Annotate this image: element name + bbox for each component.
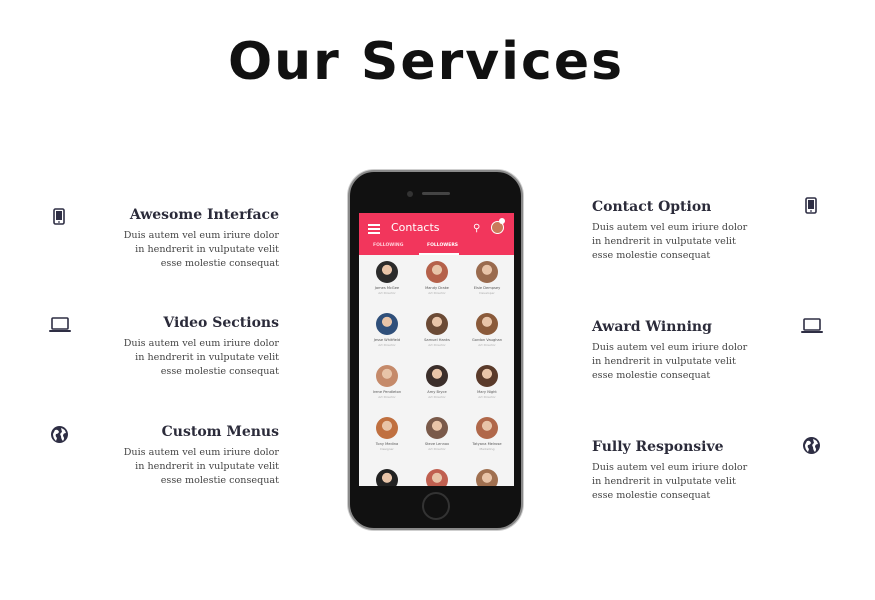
contact-name: Irene Pendleton <box>372 390 402 394</box>
page-title: Our Services <box>227 32 625 92</box>
feature-text: Duis autem vel eum iriure dolor in hendr… <box>123 230 279 269</box>
phone-home-button <box>422 492 450 520</box>
contact-avatar <box>376 261 398 283</box>
contact-item[interactable]: Irene Pendleton Art Director <box>362 365 412 399</box>
contact-item[interactable]: Jesse Whitfield Art Director <box>362 313 412 347</box>
feature-title: Award Winning <box>592 319 712 335</box>
contact-item[interactable]: James McGee Art Director <box>362 261 412 295</box>
contact-name: James McGee <box>374 286 400 290</box>
phone-speaker <box>422 192 450 195</box>
contact-role: Art Director <box>478 395 496 399</box>
contact-item[interactable] <box>462 469 512 486</box>
feature-contact-option: Contact Option Duis autem vel eum iriure… <box>592 199 752 263</box>
search-icon[interactable]: ⚲ <box>473 223 480 234</box>
feature-title: Video Sections <box>163 315 279 331</box>
contact-avatar <box>376 417 398 439</box>
contact-role: Art Director <box>378 291 396 295</box>
feature-text: Duis autem vel eum iriure dolor in hendr… <box>123 447 279 486</box>
smartphone-icon <box>805 197 817 214</box>
contact-role: Art Director <box>428 343 446 347</box>
contact-avatar <box>476 417 498 439</box>
contact-role: Art Director <box>428 447 446 451</box>
app-title: Contacts <box>391 221 440 234</box>
notification-badge <box>499 218 505 224</box>
contact-name: Mary Night <box>477 390 497 394</box>
app-header: Contacts ⚲ FOLLOWING FOLLOWERS <box>359 213 514 255</box>
contact-item[interactable]: Tatyana Melrose Marketing <box>462 417 512 451</box>
contact-role: Art Director <box>428 395 446 399</box>
contact-name: Amy Bryce <box>427 390 447 394</box>
contact-role: Designer <box>380 447 394 451</box>
contact-name: Mandy Drake <box>425 286 449 290</box>
tab-followers[interactable]: FOLLOWERS <box>427 243 458 248</box>
laptop-icon <box>800 318 824 334</box>
feature-fully-responsive: Fully Responsive Duis autem vel eum iriu… <box>592 439 752 503</box>
contact-role: Art Director <box>378 395 396 399</box>
globe-icon <box>50 425 69 444</box>
tab-following[interactable]: FOLLOWING <box>373 243 403 248</box>
feature-text: Duis autem vel eum iriure dolor in hendr… <box>592 462 748 501</box>
contact-item[interactable]: Mary Night Art Director <box>462 365 512 399</box>
contact-name: Tatyana Melrose <box>472 442 502 446</box>
feature-video-sections: Video Sections Duis autem vel eum iriure… <box>119 315 279 379</box>
contact-avatar <box>476 261 498 283</box>
contact-avatar <box>476 365 498 387</box>
contact-role: Art Director <box>478 343 496 347</box>
feature-text: Duis autem vel eum iriure dolor in hendr… <box>123 338 279 377</box>
contact-role: Marketing <box>479 447 495 451</box>
feature-title: Fully Responsive <box>592 439 724 455</box>
phone-mockup: Contacts ⚲ FOLLOWING FOLLOWERS James McG… <box>348 170 523 530</box>
contact-role: Developer <box>479 291 495 295</box>
laptop-icon <box>48 317 72 333</box>
phone-camera <box>407 191 413 197</box>
feature-custom-menus: Custom Menus Duis autem vel eum iriure d… <box>119 424 279 488</box>
feature-award-winning: Award Winning Duis autem vel eum iriure … <box>592 319 752 383</box>
feature-title: Contact Option <box>592 199 712 215</box>
contact-avatar <box>376 469 398 486</box>
contact-item[interactable] <box>412 469 462 486</box>
active-tab-indicator <box>419 253 459 255</box>
phone-screen: Contacts ⚲ FOLLOWING FOLLOWERS James McG… <box>359 213 514 486</box>
feature-title: Awesome Interface <box>129 207 279 223</box>
contact-name: Steve Lennox <box>424 442 450 446</box>
contact-item[interactable]: Tony Medina Designer <box>362 417 412 451</box>
contact-name: Elsie Dempsey <box>473 286 501 290</box>
tab-bar: FOLLOWING FOLLOWERS <box>359 241 514 255</box>
feature-text: Duis autem vel eum iriure dolor in hendr… <box>592 342 748 381</box>
feature-awesome-interface: Awesome Interface Duis autem vel eum iri… <box>119 207 279 271</box>
contact-item[interactable]: Amy Bryce Art Director <box>412 365 462 399</box>
contact-name: Gordon Vaughan <box>472 338 502 342</box>
feature-title: Custom Menus <box>161 424 279 440</box>
contact-avatar <box>426 469 448 486</box>
contact-item[interactable]: Elsie Dempsey Developer <box>462 261 512 295</box>
contact-role: Art Director <box>428 291 446 295</box>
smartphone-icon <box>53 208 65 225</box>
contact-item[interactable]: Mandy Drake Art Director <box>412 261 462 295</box>
contact-item[interactable]: Samuel Hanks Art Director <box>412 313 462 347</box>
contact-avatar <box>476 469 498 486</box>
contact-avatar <box>426 261 448 283</box>
contact-avatar <box>376 313 398 335</box>
contact-avatar <box>376 365 398 387</box>
contact-avatar <box>426 365 448 387</box>
contact-avatar <box>476 313 498 335</box>
contact-role: Art Director <box>378 343 396 347</box>
hamburger-menu-icon[interactable] <box>368 224 380 236</box>
feature-text: Duis autem vel eum iriure dolor in hendr… <box>592 222 748 261</box>
contact-item[interactable] <box>362 469 412 486</box>
contact-avatar <box>426 313 448 335</box>
contact-name: Jesse Whitfield <box>373 338 401 342</box>
contact-name: Tony Medina <box>375 442 399 446</box>
globe-icon <box>802 436 821 455</box>
contact-name: Samuel Hanks <box>424 338 450 342</box>
contact-avatar <box>426 417 448 439</box>
contact-item[interactable]: Steve Lennox Art Director <box>412 417 462 451</box>
contact-item[interactable]: Gordon Vaughan Art Director <box>462 313 512 347</box>
